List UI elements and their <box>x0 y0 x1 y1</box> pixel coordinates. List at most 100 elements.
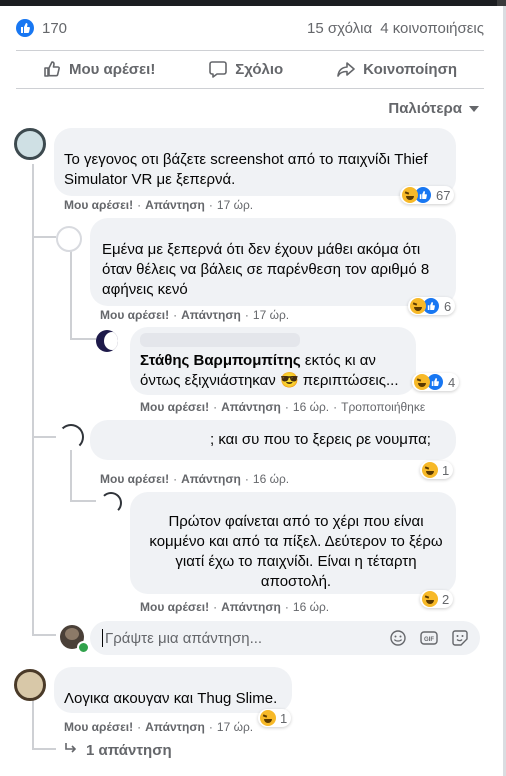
reply-link[interactable]: Απάντηση <box>145 198 205 212</box>
comment-meta: Μου αρέσει! · Απάντηση · 17 ώρ. <box>64 720 254 734</box>
reactions-count: 4 <box>448 374 456 390</box>
timestamp[interactable]: 17 ώρ. <box>217 720 253 734</box>
reactions-badge[interactable]: 4 <box>412 373 460 391</box>
share-label: Κοινοποίηση <box>363 60 457 78</box>
redacted-name <box>54 128 354 148</box>
like-link[interactable]: Μου αρέσει! <box>140 400 209 414</box>
comment-label: Σχόλιο <box>235 60 284 78</box>
reactions-badge[interactable]: 67 <box>400 186 455 204</box>
avatar[interactable] <box>100 492 122 514</box>
reactions-count: 67 <box>436 187 451 203</box>
comment-icon <box>209 61 228 78</box>
edited-label[interactable]: Τροποποιήθηκε <box>341 400 425 414</box>
like-link[interactable]: Μου αρέσει! <box>100 308 169 322</box>
reactions-badge[interactable]: 2 <box>420 590 454 608</box>
avatar[interactable] <box>58 424 84 450</box>
comments-count[interactable]: 15 σχόλια <box>307 20 372 37</box>
like-link[interactable]: Μου αρέσει! <box>100 472 169 486</box>
comment-text: ; και συ που το ξερεις ρε νουμπα; <box>210 431 431 448</box>
comment-bubble: Λογικα ακουγαν και Thug Slime. <box>54 667 292 713</box>
timestamp[interactable]: 17 ώρ. <box>217 198 253 212</box>
thread-line <box>70 500 96 502</box>
thread-line <box>32 634 56 636</box>
comment-text: Λογικα ακουγαν και Thug Slime. <box>64 690 278 707</box>
haha-reaction-icon <box>260 710 276 726</box>
mention-link[interactable]: Στάθης Βαρμπομπίτης <box>140 352 301 369</box>
reply-arrow-icon <box>65 743 77 753</box>
caret-down-icon <box>469 105 479 112</box>
haha-reaction-icon <box>414 374 430 390</box>
thread-line <box>32 236 56 238</box>
timestamp[interactable]: 16 ώρ. <box>293 400 329 414</box>
thumbs-up-icon <box>44 61 60 77</box>
avatar[interactable] <box>56 226 82 252</box>
likes-count[interactable]: 170 <box>42 20 67 37</box>
comment-bubble: Το γεγονος οτι βάζετε screenshot από το … <box>54 128 456 196</box>
emoji-icon[interactable] <box>390 630 406 646</box>
reactions-badge[interactable]: 1 <box>258 709 292 727</box>
thread-line <box>32 436 56 438</box>
comment-meta: Μου αρέσει! · Απάντηση · 16 ώρ. <box>140 600 330 614</box>
reactions-badge[interactable]: 6 <box>408 297 456 315</box>
haha-reaction-icon <box>422 591 438 607</box>
thread-line <box>32 700 34 750</box>
sort-dropdown[interactable]: Παλιότερα <box>388 100 480 117</box>
post-actions: Μου αρέσει! Σχόλιο Κοινοποίηση <box>16 52 484 86</box>
gif-icon[interactable]: GIF <box>420 630 438 646</box>
like-reaction-icon[interactable] <box>16 19 34 37</box>
reply-input[interactable]: Γράψτε μια απάντηση... GIF <box>90 621 480 655</box>
thread-line <box>70 338 96 340</box>
thread-line <box>32 164 34 636</box>
timestamp[interactable]: 16 ώρ. <box>253 472 289 486</box>
comment-meta: Μου αρέσει! · Απάντηση · 17 ώρ. <box>64 198 254 212</box>
thread-line <box>32 748 56 750</box>
view-replies-link[interactable]: 1 απάντηση <box>64 742 172 759</box>
comment-meta: Μου αρέσει! · Απάντηση · 16 ώρ. <box>100 472 290 486</box>
like-button[interactable]: Μου αρέσει! <box>43 60 155 78</box>
haha-reaction-icon <box>402 187 418 203</box>
comment-text: Εμένα με ξεπερνά ότι δεν έχουν μάθει ακό… <box>102 241 430 298</box>
haha-reaction-icon <box>410 298 426 314</box>
avatar[interactable] <box>14 669 46 701</box>
thread-line <box>70 250 72 340</box>
avatar[interactable] <box>14 128 46 160</box>
divider <box>16 50 484 51</box>
like-label: Μου αρέσει! <box>68 60 156 78</box>
timestamp[interactable]: 16 ώρ. <box>293 600 329 614</box>
comment-meta: Μου αρέσει! · Απάντηση · 16 ώρ. · Τροποποιή… <box>140 400 426 414</box>
sort-label: Παλιότερα <box>388 100 462 117</box>
comment-bubble: Στάθης Βαρμπομπίτης εκτός κι αν όντως εξ… <box>130 327 416 395</box>
svg-text:GIF: GIF <box>424 637 434 643</box>
like-link[interactable]: Μου αρέσει! <box>140 600 209 614</box>
like-link[interactable]: Μου αρέσει! <box>64 720 133 734</box>
top-bar <box>0 0 506 6</box>
reply-link[interactable]: Απάντηση <box>221 600 281 614</box>
shares-count[interactable]: 4 κοινοποιήσεις <box>380 20 484 37</box>
haha-reaction-icon <box>422 462 438 478</box>
reactions-badge[interactable]: 1 <box>420 461 454 479</box>
reactions-count: 1 <box>442 462 450 478</box>
share-icon <box>337 62 355 77</box>
reactions-count: 2 <box>442 591 450 607</box>
comment-text: Πρώτον φαίνεται από το χέρι που είναι κο… <box>149 513 443 590</box>
comment-button[interactable]: Σχόλιο <box>209 60 283 78</box>
share-button[interactable]: Κοινοποίηση <box>337 60 457 78</box>
reaction-stats: 170 15 σχόλια 4 κοινοποιήσεις <box>16 16 484 40</box>
avatar[interactable] <box>96 330 118 352</box>
reply-link[interactable]: Απάντηση <box>221 400 281 414</box>
comment-bubble: Εμένα με ξεπερνά ότι δεν έχουν μάθει ακό… <box>90 218 456 306</box>
comment-bubble: Πρώτον φαίνεται από το χέρι που είναι κο… <box>130 492 456 594</box>
reactions-count: 1 <box>280 710 288 726</box>
comment-text: Το γεγονος οτι βάζετε screenshot από το … <box>64 151 428 188</box>
reply-link[interactable]: Απάντηση <box>145 720 205 734</box>
timestamp[interactable]: 17 ώρ. <box>253 308 289 322</box>
reply-link[interactable]: Απάντηση <box>181 472 241 486</box>
sticker-icon[interactable] <box>452 630 468 646</box>
reply-placeholder: Γράψτε μια απάντηση... <box>105 629 263 647</box>
replies-label: 1 απάντηση <box>86 742 172 759</box>
redacted-name <box>140 333 300 347</box>
reactions-count: 6 <box>444 298 452 314</box>
divider <box>16 88 484 89</box>
like-link[interactable]: Μου αρέσει! <box>64 198 133 212</box>
reply-link[interactable]: Απάντηση <box>181 308 241 322</box>
